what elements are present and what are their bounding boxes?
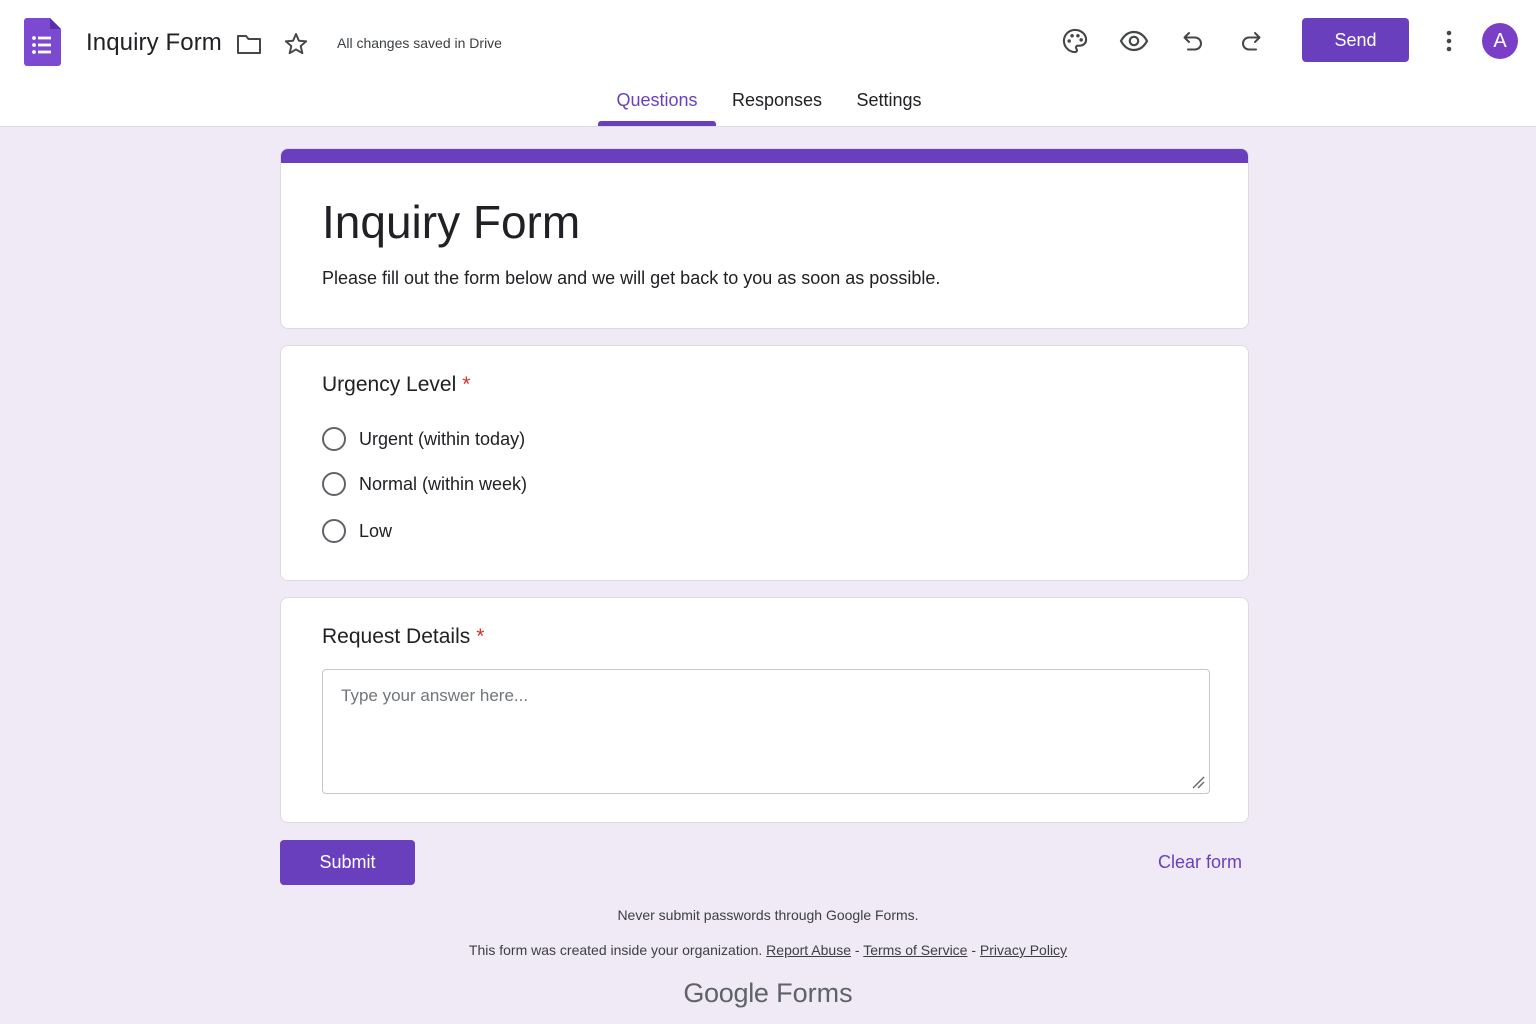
org-notice: This form was created inside your organi…: [468, 942, 763, 958]
form-header-card: Inquiry Form Please fill out the form be…: [280, 148, 1249, 329]
answer-textarea-container: [322, 669, 1210, 794]
resize-handle-icon[interactable]: [1191, 775, 1205, 789]
question-title-text: Urgency Level: [322, 373, 457, 396]
question-title: Request Details *: [322, 625, 484, 649]
required-asterisk: *: [462, 373, 471, 396]
privacy-policy-link[interactable]: Privacy Policy: [980, 942, 1067, 958]
tab-questions[interactable]: Questions: [598, 90, 716, 111]
footer-separator: -: [851, 942, 864, 958]
clear-form-button[interactable]: Clear form: [1158, 852, 1242, 873]
radio-option-label: Low: [359, 520, 393, 541]
question-card-urgency: Urgency Level * Urgent (within today) Nor…: [280, 345, 1249, 581]
brand-product-text: Forms: [776, 978, 853, 1008]
google-forms-logo[interactable]: Google Forms: [0, 978, 1536, 1009]
active-tab-indicator: [598, 121, 716, 126]
more-vert-icon[interactable]: [1436, 24, 1462, 58]
radio-option-low[interactable]: Low: [322, 518, 392, 544]
eye-icon[interactable]: [1116, 24, 1152, 58]
tab-bar: Questions Responses Settings: [0, 80, 1536, 127]
top-bar: Inquiry Form All changes saved in Drive: [0, 0, 1536, 127]
card-accent-bar: [281, 149, 1248, 163]
radio-option-label: Urgent (within today): [359, 428, 526, 449]
report-abuse-link[interactable]: Report Abuse: [766, 942, 851, 958]
question-title: Urgency Level *: [322, 373, 470, 397]
tab-settings[interactable]: Settings: [848, 90, 930, 111]
save-status: All changes saved in Drive: [337, 35, 502, 51]
send-button[interactable]: Send: [1302, 18, 1409, 62]
palette-icon[interactable]: [1058, 24, 1092, 58]
footer-links: This form was created inside your organi…: [0, 942, 1536, 958]
folder-icon[interactable]: [234, 30, 264, 58]
footer-separator: -: [967, 942, 980, 958]
radio-option-label: Normal (within week): [359, 473, 528, 494]
tab-responses[interactable]: Responses: [728, 90, 826, 111]
request-details-input[interactable]: [323, 670, 1209, 793]
form-description: Please fill out the form below and we wi…: [322, 268, 941, 288]
submit-button[interactable]: Submit: [280, 840, 415, 885]
radio-option-urgent[interactable]: Urgent (within today): [322, 426, 525, 452]
form-title: Inquiry Form: [322, 196, 581, 248]
account-avatar[interactable]: A: [1482, 23, 1518, 59]
question-title-text: Request Details: [322, 625, 471, 648]
radio-button[interactable]: [322, 427, 346, 451]
document-title[interactable]: Inquiry Form: [86, 29, 222, 57]
terms-of-service-link[interactable]: Terms of Service: [863, 942, 967, 958]
forms-app-icon[interactable]: [24, 18, 61, 66]
star-icon[interactable]: [281, 29, 311, 59]
required-asterisk: *: [476, 625, 485, 648]
brand-google-text: Google: [683, 978, 769, 1008]
redo-icon[interactable]: [1235, 24, 1267, 58]
radio-button[interactable]: [322, 519, 346, 543]
password-warning: Never submit passwords through Google Fo…: [617, 907, 919, 923]
radio-button[interactable]: [322, 472, 346, 496]
undo-icon[interactable]: [1177, 24, 1209, 58]
question-card-request-details: Request Details *: [280, 597, 1249, 823]
radio-option-normal[interactable]: Normal (within week): [322, 471, 527, 497]
